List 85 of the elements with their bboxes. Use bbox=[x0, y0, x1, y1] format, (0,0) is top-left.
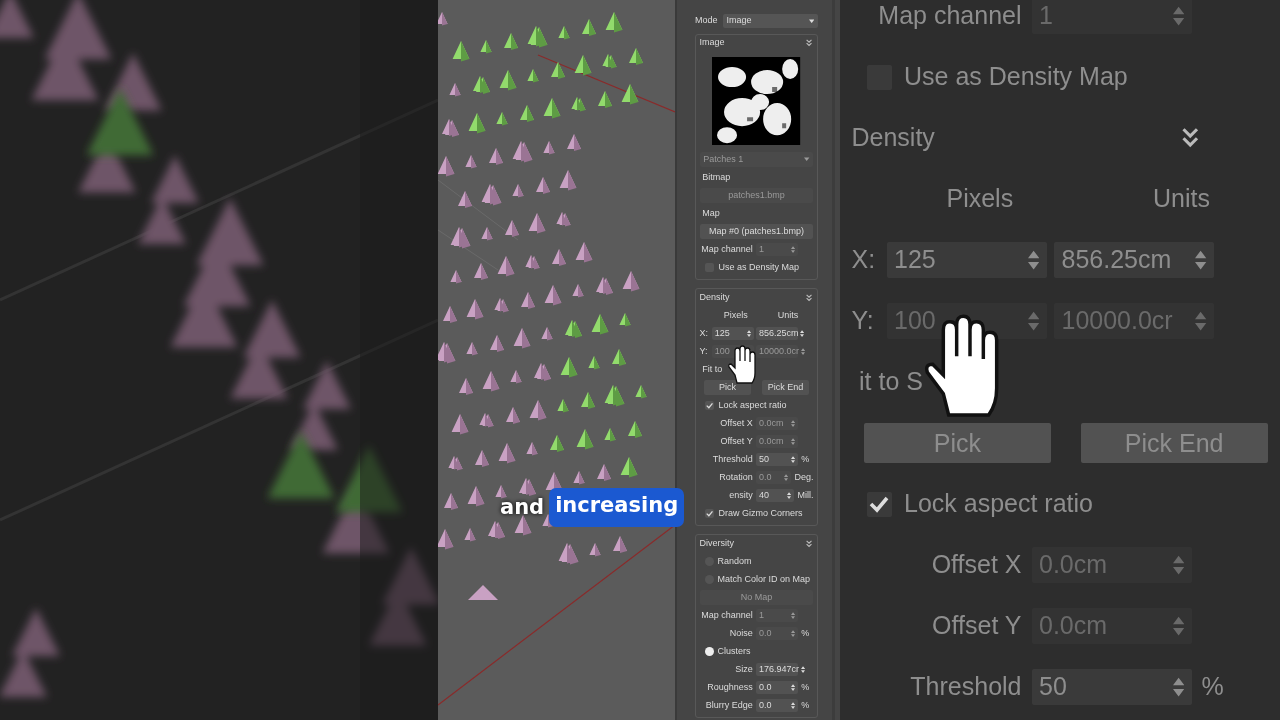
field-label: Roughness bbox=[706, 680, 754, 694]
column-header: Pixels bbox=[946, 183, 1014, 215]
axis-label: Y: bbox=[699, 344, 709, 358]
pick-button[interactable]: Pick End bbox=[761, 380, 809, 395]
field-label: it to S bbox=[858, 366, 923, 398]
checkbox[interactable] bbox=[705, 401, 714, 411]
checkbox-label: Lock aspect ratio bbox=[904, 488, 1093, 520]
spinner-arrows-icon[interactable] bbox=[790, 701, 795, 709]
field-label: Offset Y bbox=[931, 610, 1023, 642]
unit-label: % bbox=[800, 626, 810, 640]
field-label: Offset X bbox=[930, 549, 1023, 581]
checkbox-label: Draw Gizmo Corners bbox=[718, 506, 803, 520]
check-icon bbox=[869, 494, 889, 514]
field-label: Map channel bbox=[700, 608, 754, 622]
field-label: Noise bbox=[728, 626, 754, 640]
checkbox[interactable] bbox=[705, 509, 714, 519]
field-label: Size bbox=[734, 662, 754, 676]
axis-label: Y: bbox=[851, 305, 875, 337]
radio-label: Match Color ID on Map bbox=[717, 572, 811, 586]
field-label: Fit to bbox=[701, 362, 723, 376]
field-label: Map bbox=[701, 206, 720, 220]
map-button[interactable]: Map #0 (patches1.bmp) bbox=[699, 224, 814, 239]
field-label: Offset Y bbox=[719, 434, 754, 448]
unit-label: Deg. bbox=[793, 470, 814, 484]
checkbox-label: Lock aspect ratio bbox=[718, 398, 787, 412]
unit-label: % bbox=[800, 680, 810, 694]
spinner-arrows-icon[interactable] bbox=[1027, 250, 1039, 270]
spinner-field[interactable]: 856.25cm bbox=[1054, 241, 1214, 279]
spinner-arrows-icon[interactable] bbox=[1195, 250, 1207, 270]
column-header: Units bbox=[777, 308, 799, 322]
field-label: Mode bbox=[695, 14, 718, 28]
check-icon bbox=[705, 509, 714, 518]
collapse-icon[interactable] bbox=[805, 39, 814, 48]
spinner-arrows-icon[interactable] bbox=[790, 683, 795, 691]
unit-label: % bbox=[800, 698, 810, 712]
spinner-arrows-icon[interactable] bbox=[1172, 677, 1184, 697]
radio-label: Clusters bbox=[717, 644, 751, 658]
field-label: Offset X bbox=[719, 416, 754, 430]
axis-label: X: bbox=[851, 244, 877, 276]
field-label: Map channel bbox=[700, 242, 754, 256]
collapse-icon[interactable] bbox=[805, 293, 814, 303]
collapse-icon[interactable] bbox=[805, 539, 814, 548]
dropdown-caret-icon bbox=[804, 157, 810, 162]
column-header: Units bbox=[1153, 183, 1211, 215]
unit-label: % bbox=[1200, 671, 1224, 703]
group-title: Diversity bbox=[699, 537, 735, 551]
spinner-arrows-icon[interactable] bbox=[800, 665, 805, 673]
spinner-field[interactable]: 125 bbox=[712, 327, 754, 341]
spinner-arrows-icon[interactable] bbox=[787, 491, 792, 500]
field-label: Map channel bbox=[877, 0, 1023, 32]
radio-button[interactable] bbox=[705, 646, 714, 656]
unit-label: % bbox=[800, 452, 810, 466]
spinner-arrows-icon[interactable] bbox=[746, 329, 751, 338]
spinner-field[interactable]: 40 bbox=[756, 489, 794, 503]
radio-label: Random bbox=[717, 554, 752, 568]
group-title: Image bbox=[699, 36, 725, 50]
field-label: Rotation bbox=[718, 470, 754, 484]
spinner-arrows-icon[interactable] bbox=[800, 329, 805, 338]
spinner-field[interactable]: 0.0 bbox=[756, 698, 798, 712]
unit-label: Mill. bbox=[796, 488, 814, 502]
spinner-field[interactable]: 50 bbox=[756, 453, 798, 467]
spinner-arrows-icon[interactable] bbox=[800, 347, 805, 356]
spinner-field[interactable]: 50 bbox=[1031, 668, 1192, 706]
spinner-field[interactable]: 125 bbox=[886, 241, 1047, 279]
caption-highlight: increasing bbox=[549, 488, 685, 527]
field-label: Bitmap bbox=[701, 170, 731, 184]
field-label: Threshold bbox=[909, 671, 1023, 703]
section-title: Density bbox=[851, 122, 935, 154]
check-icon bbox=[705, 401, 714, 410]
group-title: Density bbox=[699, 291, 730, 305]
caption-text: and bbox=[500, 493, 545, 521]
pick-button[interactable]: Pick End bbox=[1080, 423, 1268, 463]
axis-label: X: bbox=[699, 326, 710, 340]
field-label: Blurry Edge bbox=[704, 698, 754, 712]
field-label: Threshold bbox=[711, 452, 754, 466]
spinner-field[interactable]: 0.0 bbox=[756, 680, 798, 694]
mode-dropdown[interactable]: Image bbox=[722, 13, 818, 29]
field-label: ensity bbox=[728, 488, 754, 502]
checkbox-label: Use as Density Map bbox=[718, 260, 799, 274]
column-header: Pixels bbox=[723, 308, 748, 322]
checkbox[interactable] bbox=[866, 491, 892, 517]
checkbox-label: Use as Density Map bbox=[904, 61, 1128, 93]
dropdown-caret-icon bbox=[809, 18, 815, 24]
spinner-arrows-icon[interactable] bbox=[790, 455, 795, 464]
pick-button[interactable]: Pick bbox=[864, 423, 1051, 463]
